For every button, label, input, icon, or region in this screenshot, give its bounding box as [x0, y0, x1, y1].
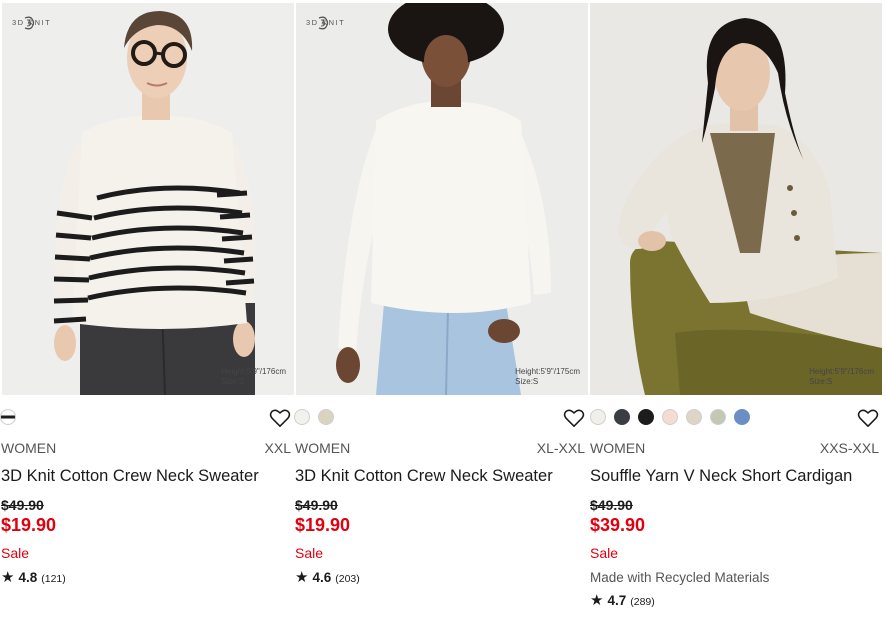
product-name-link[interactable]: Souffle Yarn V Neck Short Cardigan — [590, 467, 852, 486]
star-icon: ★ — [590, 592, 604, 609]
color-swatch-beige[interactable] — [686, 409, 702, 425]
product-rating: ★ 4.8 (121) — [1, 568, 66, 586]
3d-knit-logo-icon — [24, 16, 35, 30]
review-count: (289) — [630, 596, 655, 608]
sale-price: $19.90 — [1, 515, 57, 535]
model-height: Height:5'9"/176cm — [221, 367, 286, 376]
product-card[interactable]: Height:5'9"/176cm Size:S WOMEN XXS-XXL S… — [588, 0, 882, 623]
badge-text: 3D KNIT — [306, 18, 346, 27]
product-rating: ★ 4.6 (203) — [295, 568, 360, 586]
rating-score: 4.7 — [607, 593, 627, 608]
size-range: XL-XXL — [536, 440, 585, 456]
star-icon: ★ — [295, 569, 309, 586]
original-price: $49.90 — [1, 497, 44, 513]
gender-label: WOMEN — [590, 440, 646, 456]
badge-text: 3D KNIT — [12, 18, 52, 27]
rating-score: 4.6 — [312, 570, 332, 585]
model-photo-cardigan — [618, 18, 882, 395]
color-swatches — [0, 409, 16, 427]
model-info: Height:5'9"/176cm Size:S — [221, 367, 286, 387]
sale-flag: Sale — [295, 545, 324, 561]
color-swatches — [590, 409, 750, 427]
model-size: Size:S — [221, 377, 245, 386]
3d-knit-badge: 3D KNIT — [306, 15, 366, 30]
product-image[interactable]: 3D KNIT Height:5'9"/176cm Size:S — [2, 3, 294, 395]
color-swatch-charcoal[interactable] — [614, 409, 630, 425]
size-range: XXL — [264, 440, 291, 456]
color-swatch-black[interactable] — [638, 409, 654, 425]
review-count: (121) — [41, 573, 66, 585]
color-swatch-pink[interactable] — [662, 409, 678, 425]
color-swatch-blue[interactable] — [734, 409, 750, 425]
model-size: Size:S — [809, 377, 833, 386]
heart-outline-icon[interactable] — [563, 408, 585, 428]
color-swatch-off-white[interactable] — [590, 409, 606, 425]
color-swatch-black-stripe[interactable] — [0, 409, 16, 425]
sale-price: $39.90 — [590, 515, 646, 535]
model-photo-white-sweater — [336, 3, 551, 395]
star-icon: ★ — [1, 569, 15, 586]
model-info: Height:5'9"/175cm Size:S — [515, 367, 580, 387]
color-swatches — [294, 409, 334, 427]
product-card[interactable]: 3D KNIT Height:5'9"/175cm Size:S WOMEN X… — [294, 0, 588, 623]
color-swatch-sage[interactable] — [710, 409, 726, 425]
sale-flag: Sale — [590, 545, 619, 561]
review-count: (203) — [335, 573, 360, 585]
model-photo-striped-sweater — [53, 11, 256, 395]
product-image[interactable]: Height:5'9"/176cm Size:S — [590, 3, 882, 395]
model-height: Height:5'9"/176cm — [809, 367, 874, 376]
sustainability-note: Made with Recycled Materials — [590, 570, 770, 585]
3d-knit-logo-icon — [318, 16, 329, 30]
model-size: Size:S — [515, 377, 539, 386]
3d-knit-badge: 3D KNIT — [12, 15, 72, 30]
color-swatch-beige[interactable] — [318, 409, 334, 425]
product-rating: ★ 4.7 (289) — [590, 591, 655, 609]
sale-flag: Sale — [1, 545, 30, 561]
original-price: $49.90 — [590, 497, 633, 513]
size-range: XXS-XXL — [819, 440, 879, 456]
product-name-link[interactable]: 3D Knit Cotton Crew Neck Sweater — [295, 467, 553, 486]
original-price: $49.90 — [295, 497, 338, 513]
color-swatch-off-white[interactable] — [294, 409, 310, 425]
model-info: Height:5'9"/176cm Size:S — [809, 367, 874, 387]
heart-outline-icon[interactable] — [269, 408, 291, 428]
product-card[interactable]: 3D KNIT Height:5'9"/176cm Size:S WOMEN X… — [0, 0, 294, 623]
heart-outline-icon[interactable] — [857, 408, 879, 428]
product-name-link[interactable]: 3D Knit Cotton Crew Neck Sweater — [1, 467, 259, 486]
model-height: Height:5'9"/175cm — [515, 367, 580, 376]
gender-label: WOMEN — [1, 440, 57, 456]
rating-score: 4.8 — [18, 570, 38, 585]
product-image[interactable]: 3D KNIT Height:5'9"/175cm Size:S — [296, 3, 588, 395]
gender-label: WOMEN — [295, 440, 351, 456]
sale-price: $19.90 — [295, 515, 351, 535]
